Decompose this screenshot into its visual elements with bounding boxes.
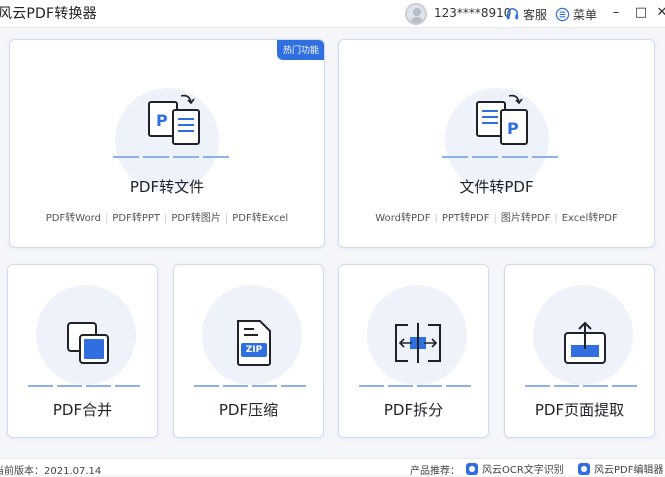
ocr-logo-icon <box>466 462 478 475</box>
underline-decoration <box>359 385 471 387</box>
product-editor-label: 风云PDF编辑器 <box>594 465 664 476</box>
card-title: PDF合并 <box>52 401 113 419</box>
status-bar: 当前版本：2021.07.14 产品推荐： 风云OCR文字识别 风云PDF编辑器 <box>0 458 665 477</box>
close-button[interactable]: ✕ <box>652 4 665 22</box>
excel-to-pdf-link[interactable]: Excel转PDF <box>562 213 618 224</box>
zip-file-icon <box>237 320 271 366</box>
menu-icon <box>555 7 570 22</box>
pdf-compress-card[interactable]: ZIP PDF压缩 <box>173 264 324 438</box>
product-ocr-label: 风云OCR文字识别 <box>482 465 564 476</box>
card-title: PDF转文件 <box>129 178 205 196</box>
zip-label: ZIP <box>245 345 263 355</box>
file-to-pdf-card[interactable]: P 文件转PDF Word转PDF | PPT转PDF | 图片转PDF | Excel转P… <box>338 39 655 248</box>
customer-service-label: 客服 <box>523 8 548 22</box>
merge-icon <box>67 322 109 364</box>
avatar-body-shape <box>410 17 424 23</box>
pdf-to-image-link[interactable]: PDF转图片 <box>171 213 220 224</box>
svg-text:P: P <box>507 119 519 138</box>
underline-decoration <box>525 385 637 387</box>
editor-logo-icon <box>578 462 590 475</box>
hot-feature-badge: 热门功能 <box>276 40 324 60</box>
maximize-button[interactable]: □ <box>631 4 651 22</box>
avatar[interactable] <box>405 3 427 25</box>
card-title: 文件转PDF <box>459 178 534 196</box>
svg-text:P: P <box>156 111 168 130</box>
avatar-head-shape <box>413 8 421 16</box>
image-to-pdf-link[interactable]: 图片转PDF <box>501 213 550 224</box>
pdf-to-file-card[interactable]: 热门功能 P PDF转文件 PDF转Word | PDF转PPT | PDF转图片 | PD… <box>9 39 325 248</box>
pdf-to-word-link[interactable]: PDF转Word <box>46 213 101 224</box>
split-icon <box>395 323 441 363</box>
pdf-to-file-icon: P <box>148 94 200 145</box>
word-to-pdf-link[interactable]: Word转PDF <box>375 213 430 224</box>
underline-decoration <box>113 156 229 158</box>
extract-page-icon <box>564 321 606 364</box>
product-editor-link[interactable]: 风云PDF编辑器 <box>578 461 663 476</box>
file-to-pdf-icon: P <box>476 94 528 145</box>
pdf-page-extract-card[interactable]: PDF页面提取 <box>504 264 655 438</box>
underline-decoration <box>194 385 306 387</box>
sub-links: PDF转Word | PDF转PPT | PDF转图片 | PDF转Excel <box>45 213 289 224</box>
underline-decoration <box>442 156 558 158</box>
app-title: 风云PDF转换器 <box>0 6 97 22</box>
minimize-button[interactable]: – <box>606 4 626 22</box>
card-title: PDF拆分 <box>383 401 444 419</box>
headset-icon <box>506 8 519 20</box>
pdf-merge-card[interactable]: PDF合并 <box>7 264 158 438</box>
sub-links: Word转PDF | PPT转PDF | 图片转PDF | Excel转PDF <box>375 213 618 224</box>
card-title: PDF页面提取 <box>534 401 625 419</box>
ppt-to-pdf-link[interactable]: PPT转PDF <box>442 213 490 224</box>
customer-service-button[interactable]: 客服 <box>505 6 547 23</box>
pdf-to-ppt-link[interactable]: PDF转PPT <box>112 213 160 224</box>
menu-button[interactable]: 菜单 <box>555 6 597 23</box>
pdf-split-card[interactable]: PDF拆分 <box>338 264 489 438</box>
menu-label: 菜单 <box>573 8 598 22</box>
product-ocr-link[interactable]: 风云OCR文字识别 <box>466 461 564 476</box>
underline-decoration <box>28 385 140 387</box>
title-bar: 风云PDF转换器 123****8910 客服 菜单 – □ ✕ <box>0 0 665 28</box>
card-title: PDF压缩 <box>218 401 279 419</box>
user-id[interactable]: 123****8910 <box>434 6 511 20</box>
pdf-to-excel-link[interactable]: PDF转Excel <box>232 213 288 224</box>
